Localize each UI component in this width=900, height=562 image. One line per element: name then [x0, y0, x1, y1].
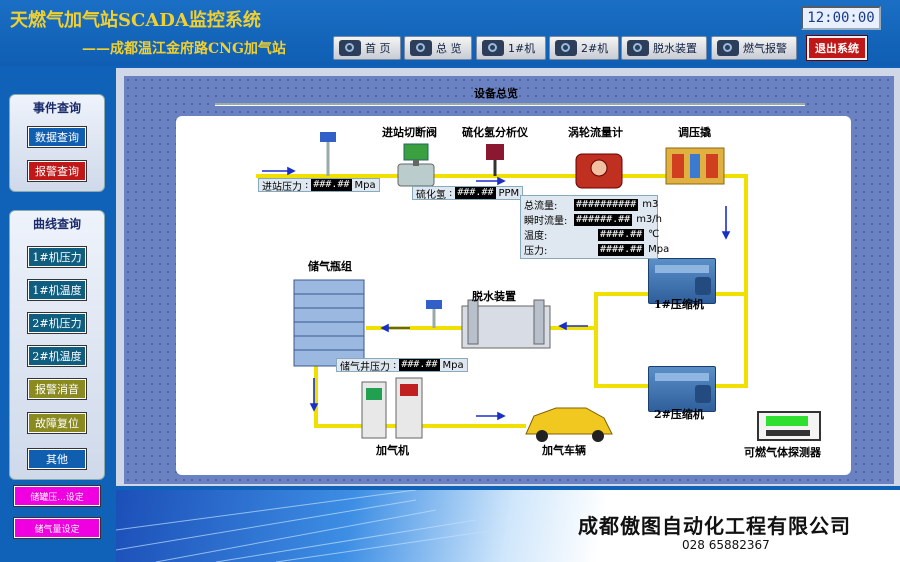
- company-name: 成都傲图自动化工程有限公司: [578, 514, 851, 538]
- overview-title: 设备总览: [474, 87, 518, 100]
- nav-button-machine-1[interactable]: 1#机: [476, 36, 546, 60]
- nav-label: 脱水装置: [653, 42, 697, 55]
- machine-1-pressure-button[interactable]: 1#机压力: [27, 246, 87, 268]
- storage-volume-setting-button[interactable]: 储气量设定: [13, 517, 101, 539]
- inlet-pressure-value: ###.##: [311, 179, 352, 191]
- pressure-label: 压力:: [524, 246, 548, 257]
- nav-button-machine-2[interactable]: 2#机: [549, 36, 619, 60]
- pressure-unit: Mpa: [648, 244, 670, 255]
- storage-cylinders-icon: [293, 279, 365, 367]
- nav-label: 2#机: [581, 42, 609, 55]
- compressor-1-label: 1#压缩机: [654, 298, 704, 311]
- temperature-row: 温度: ####.## ℃: [524, 228, 660, 242]
- overview-icon: [410, 40, 432, 56]
- dehydrator-icon: [627, 40, 649, 56]
- temperature-unit: ℃: [648, 229, 660, 240]
- alarm-query-button[interactable]: 报警查询: [27, 160, 87, 182]
- fuel-dispenser-icon: [361, 377, 423, 439]
- nav-button-overview[interactable]: 总 览: [404, 36, 472, 60]
- storage-pressure-label: 储气井压力: [340, 361, 390, 373]
- machine-2-pressure-button[interactable]: 2#机压力: [27, 312, 87, 334]
- storage-pressure-transmitter-icon: [426, 300, 442, 328]
- nav-label: 1#机: [508, 42, 536, 55]
- storage-label: 储气瓶组: [308, 260, 352, 273]
- total-flow-value: ##########: [574, 198, 639, 211]
- machine-2-temperature-button[interactable]: 2#机温度: [27, 345, 87, 367]
- dispenser-label: 加气机: [376, 444, 409, 457]
- nav-button-gas-alarm[interactable]: 燃气报警: [711, 36, 797, 60]
- storage-pressure-value: ###.##: [399, 359, 440, 371]
- h2s-label: 硫化氢: [416, 189, 446, 201]
- dehydrator-label: 脱水装置: [472, 290, 516, 303]
- pressure-row: 压力: ####.## Mpa: [524, 243, 670, 257]
- instant-flow-row: 瞬时流量: ######.## m3/h: [524, 213, 662, 227]
- fault-reset-button[interactable]: 故障复位: [27, 412, 87, 434]
- machine-icon: [555, 40, 577, 56]
- storage-pressure-unit: Mpa: [442, 359, 464, 371]
- shutoff-valve-icon: [397, 143, 435, 187]
- temperature-value: ####.##: [598, 228, 645, 241]
- shutoff-valve-label: 进站切断阀: [382, 126, 437, 139]
- h2s-analyzer-label: 硫化氢分析仪: [462, 126, 528, 139]
- total-flow-label: 总流量:: [524, 201, 558, 212]
- flow-arrow-head: [287, 166, 296, 176]
- exit-system-button[interactable]: 退出系统: [806, 35, 868, 61]
- tank-pressure-setting-button[interactable]: 储罐压...设定: [13, 485, 101, 507]
- data-query-button[interactable]: 数据查询: [27, 126, 87, 148]
- company-phone: 028 65882367: [682, 538, 770, 552]
- total-flow-row: 总流量: ########## m3: [524, 198, 659, 212]
- turbine-flowmeter-icon: [575, 153, 623, 189]
- nav-label: 总 览: [436, 42, 462, 55]
- inlet-pressure-label: 进站压力: [262, 181, 302, 193]
- flowmeter-label: 涡轮流量计: [568, 126, 623, 139]
- storage-pressure-readout: 储气井压力: ###.## Mpa: [336, 358, 468, 373]
- other-button[interactable]: 其他: [27, 448, 87, 470]
- curve-query-title: 曲线查询: [32, 217, 81, 231]
- pressure-transmitter-icon: [320, 132, 336, 176]
- alarm-silence-button[interactable]: 报警消音: [27, 378, 87, 400]
- title-divider: [215, 103, 805, 106]
- flow-arrow-head: [721, 231, 731, 240]
- nav-button-dehydrator[interactable]: 脱水装置: [621, 36, 707, 60]
- app-title: 天燃气加气站SCADA监控系统: [10, 10, 261, 31]
- nav-button-home[interactable]: 首 页: [333, 36, 401, 60]
- dehydrator-unit-icon: [461, 299, 551, 349]
- flow-arrow-head: [497, 411, 506, 421]
- instant-flow-unit: m3/h: [636, 214, 662, 225]
- h2s-unit: PPM: [498, 187, 520, 199]
- event-query-title: 事件查询: [32, 101, 81, 115]
- gas-detector-icon: [757, 411, 821, 441]
- inlet-pressure-readout: 进站压力: ###.## Mpa: [258, 178, 380, 193]
- h2s-readout: 硫化氢: ###.## PPM: [412, 186, 524, 201]
- instant-flow-value: ######.##: [574, 213, 633, 226]
- flow-data-panel: 总流量: ########## m3 瞬时流量: ######.## m3/h …: [520, 195, 669, 259]
- flow-arrow-head: [380, 323, 389, 333]
- machine-1-temperature-button[interactable]: 1#机温度: [27, 279, 87, 301]
- regulator-label: 调压撬: [678, 126, 711, 139]
- nav-label: 首 页: [365, 42, 391, 55]
- home-icon: [339, 40, 361, 56]
- clock-display: 12:00:00: [801, 6, 881, 30]
- nav-label: 燃气报警: [743, 42, 787, 55]
- station-subtitle: ——成都温江金府路CNG加气站: [82, 41, 286, 57]
- compressor-2-label: 2#压缩机: [654, 408, 704, 421]
- total-flow-unit: m3: [642, 199, 659, 210]
- gas-detector-label: 可燃气体探测器: [744, 446, 821, 459]
- pressure-regulator-skid-icon: [665, 147, 725, 185]
- alarm-icon: [717, 40, 739, 56]
- temperature-label: 温度:: [524, 231, 548, 242]
- curve-query-panel: 曲线查询 1#机压力 1#机温度 2#机压力 2#机温度 报警消音 故障复位 其…: [9, 210, 105, 480]
- inlet-pressure-unit: Mpa: [354, 179, 376, 191]
- machine-icon: [482, 40, 504, 56]
- vehicle-label: 加气车辆: [542, 444, 586, 457]
- flow-arrow-head: [497, 176, 506, 186]
- vehicle-icon: [525, 407, 613, 442]
- pressure-value: ####.##: [598, 243, 645, 256]
- instant-flow-label: 瞬时流量:: [524, 216, 568, 227]
- process-diagram: 进站切断阀 硫化氢分析仪 涡轮流量计 调压撬 储气瓶组 脱水装置 1#压缩机 2…: [176, 116, 851, 475]
- h2s-analyzer-icon: [486, 144, 504, 176]
- event-query-panel: 事件查询 数据查询 报警查询: [9, 94, 105, 192]
- h2s-value: ###.##: [455, 187, 496, 199]
